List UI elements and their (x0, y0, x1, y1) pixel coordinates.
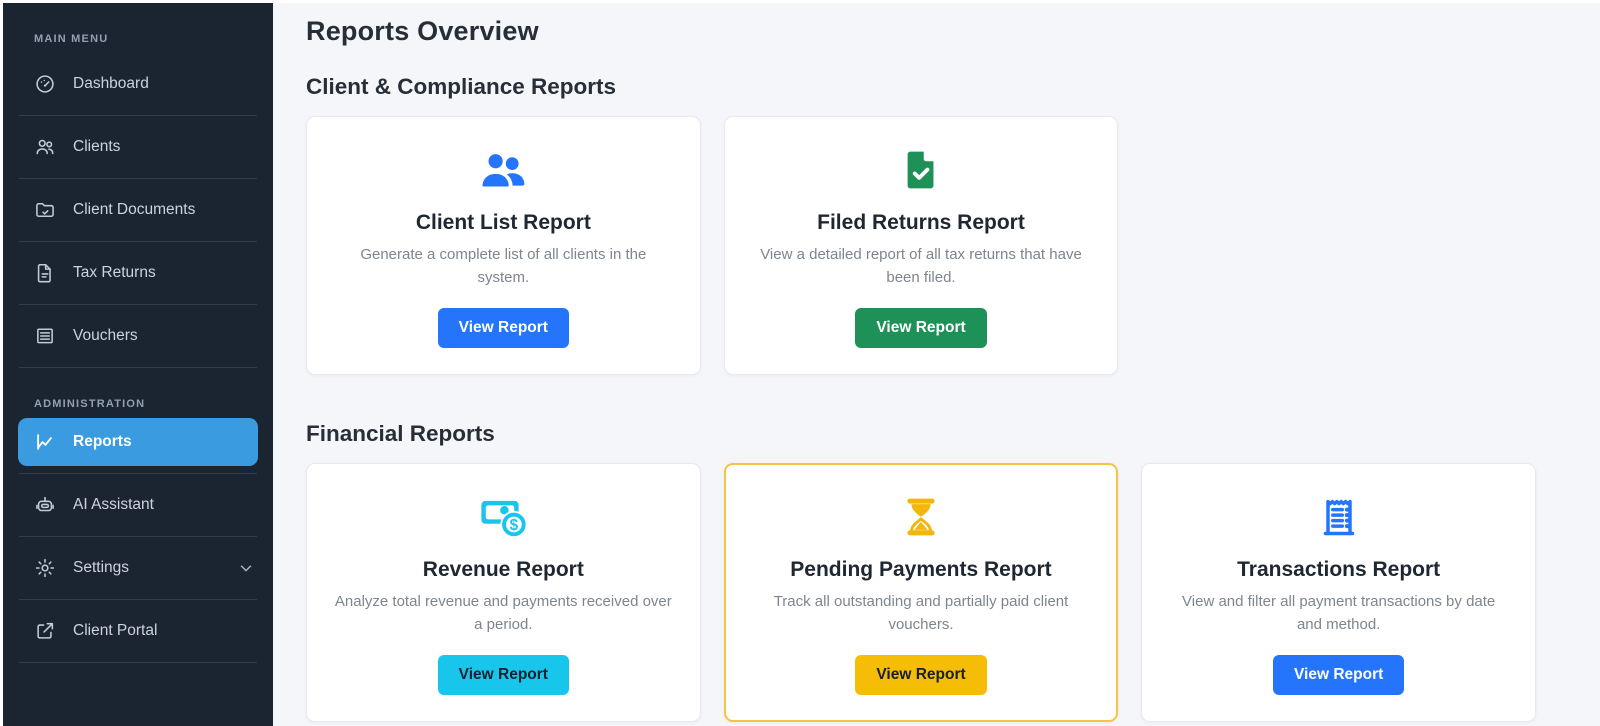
users-icon (333, 147, 674, 193)
sidebar-item-label: AI Assistant (73, 496, 154, 513)
transactions-report-card: Transactions Report View and filter all … (1141, 463, 1536, 722)
card-description: Analyze total revenue and payments recei… (334, 593, 672, 633)
view-report-button[interactable]: View Report (855, 655, 987, 695)
card-title: Transactions Report (1237, 558, 1441, 581)
sidebar-item-label: Tax Returns (73, 264, 156, 281)
sidebar-section-label: ADMINISTRATION (34, 398, 146, 410)
card-title: Pending Payments Report (790, 558, 1052, 581)
sidebar-item-settings[interactable]: Settings (3, 537, 273, 599)
sidebar-item-label: Dashboard (73, 75, 149, 92)
sidebar-item-dashboard[interactable]: Dashboard (3, 53, 273, 115)
view-report-button[interactable]: View Report (855, 308, 987, 348)
divider (19, 662, 257, 663)
section-heading: Financial Reports (306, 421, 495, 446)
sidebar-item-clients[interactable]: Clients (3, 116, 273, 178)
sidebar-item-client-portal[interactable]: Client Portal (3, 600, 273, 662)
sidebar-item-label: Clients (73, 138, 121, 155)
sidebar-item-reports[interactable]: Reports (18, 418, 258, 466)
file-check-icon (751, 147, 1092, 193)
sidebar-item-label: Settings (73, 559, 130, 576)
card-description: View and filter all payment transactions… (1182, 593, 1496, 633)
view-report-button[interactable]: View Report (437, 655, 569, 695)
external-link-icon (34, 620, 56, 642)
users-icon (34, 136, 56, 158)
sidebar-item-label: Client Documents (73, 201, 196, 218)
dashboard-gauge-icon (34, 73, 56, 95)
gear-icon (34, 557, 56, 579)
sidebar-item-ai-assistant[interactable]: AI Assistant (3, 474, 273, 536)
cards-grid: Client List Report Generate a complete l… (306, 116, 1536, 375)
card-description: Track all outstanding and partially paid… (773, 593, 1069, 633)
revenue-report-card: $ Revenue Report Analyze total revenue a… (306, 463, 701, 722)
hourglass-icon (751, 494, 1092, 540)
sidebar-item-label: Client Portal (73, 622, 158, 639)
client-compliance-reports-section: Client & Compliance Reports Client List … (306, 74, 1536, 375)
file-lines-icon (34, 262, 56, 284)
section-heading: Client & Compliance Reports (306, 74, 617, 99)
pending-payments-report-card: Pending Payments Report Track all outsta… (723, 463, 1119, 722)
view-report-button[interactable]: View Report (437, 308, 569, 348)
main-content: Reports Overview Client & Compliance Rep… (273, 3, 1600, 726)
sidebar-item-vouchers[interactable]: Vouchers (3, 305, 273, 367)
financial-reports-section: Financial Reports $ Revenue Report Analy… (306, 421, 1536, 722)
sidebar-item-tax-returns[interactable]: Tax Returns (3, 242, 273, 304)
cards-grid: $ Revenue Report Analyze total revenue a… (306, 463, 1536, 722)
robot-icon (34, 494, 56, 516)
card-description: Generate a complete list of all clients … (360, 246, 647, 286)
sidebar-item-client-documents[interactable]: Client Documents (3, 179, 273, 241)
line-chart-icon (34, 431, 56, 453)
receipt-lines-icon (34, 325, 56, 347)
page-title: Reports Overview (306, 16, 539, 46)
filed-returns-report-card: Filed Returns Report View a detailed rep… (723, 116, 1119, 375)
divider (19, 367, 257, 368)
card-title: Revenue Report (422, 558, 584, 581)
view-report-button[interactable]: View Report (1273, 655, 1405, 695)
sidebar-item-label: Vouchers (73, 327, 138, 344)
sidebar-section-label: MAIN MENU (34, 33, 109, 45)
banknote-dollar-icon: $ (333, 494, 674, 540)
receipt-icon (1168, 494, 1509, 540)
card-title: Filed Returns Report (817, 211, 1025, 234)
card-title: Client List Report (415, 211, 591, 234)
sidebar: MAIN MENU Dashboard Clients Client Docum… (3, 3, 273, 726)
svg-text:$: $ (510, 517, 519, 534)
card-description: View a detailed report of all tax return… (760, 246, 1082, 286)
folder-check-icon (34, 199, 56, 221)
client-list-report-card: Client List Report Generate a complete l… (306, 116, 701, 375)
sidebar-item-label: Reports (73, 433, 132, 450)
chevron-down-icon (237, 559, 255, 577)
